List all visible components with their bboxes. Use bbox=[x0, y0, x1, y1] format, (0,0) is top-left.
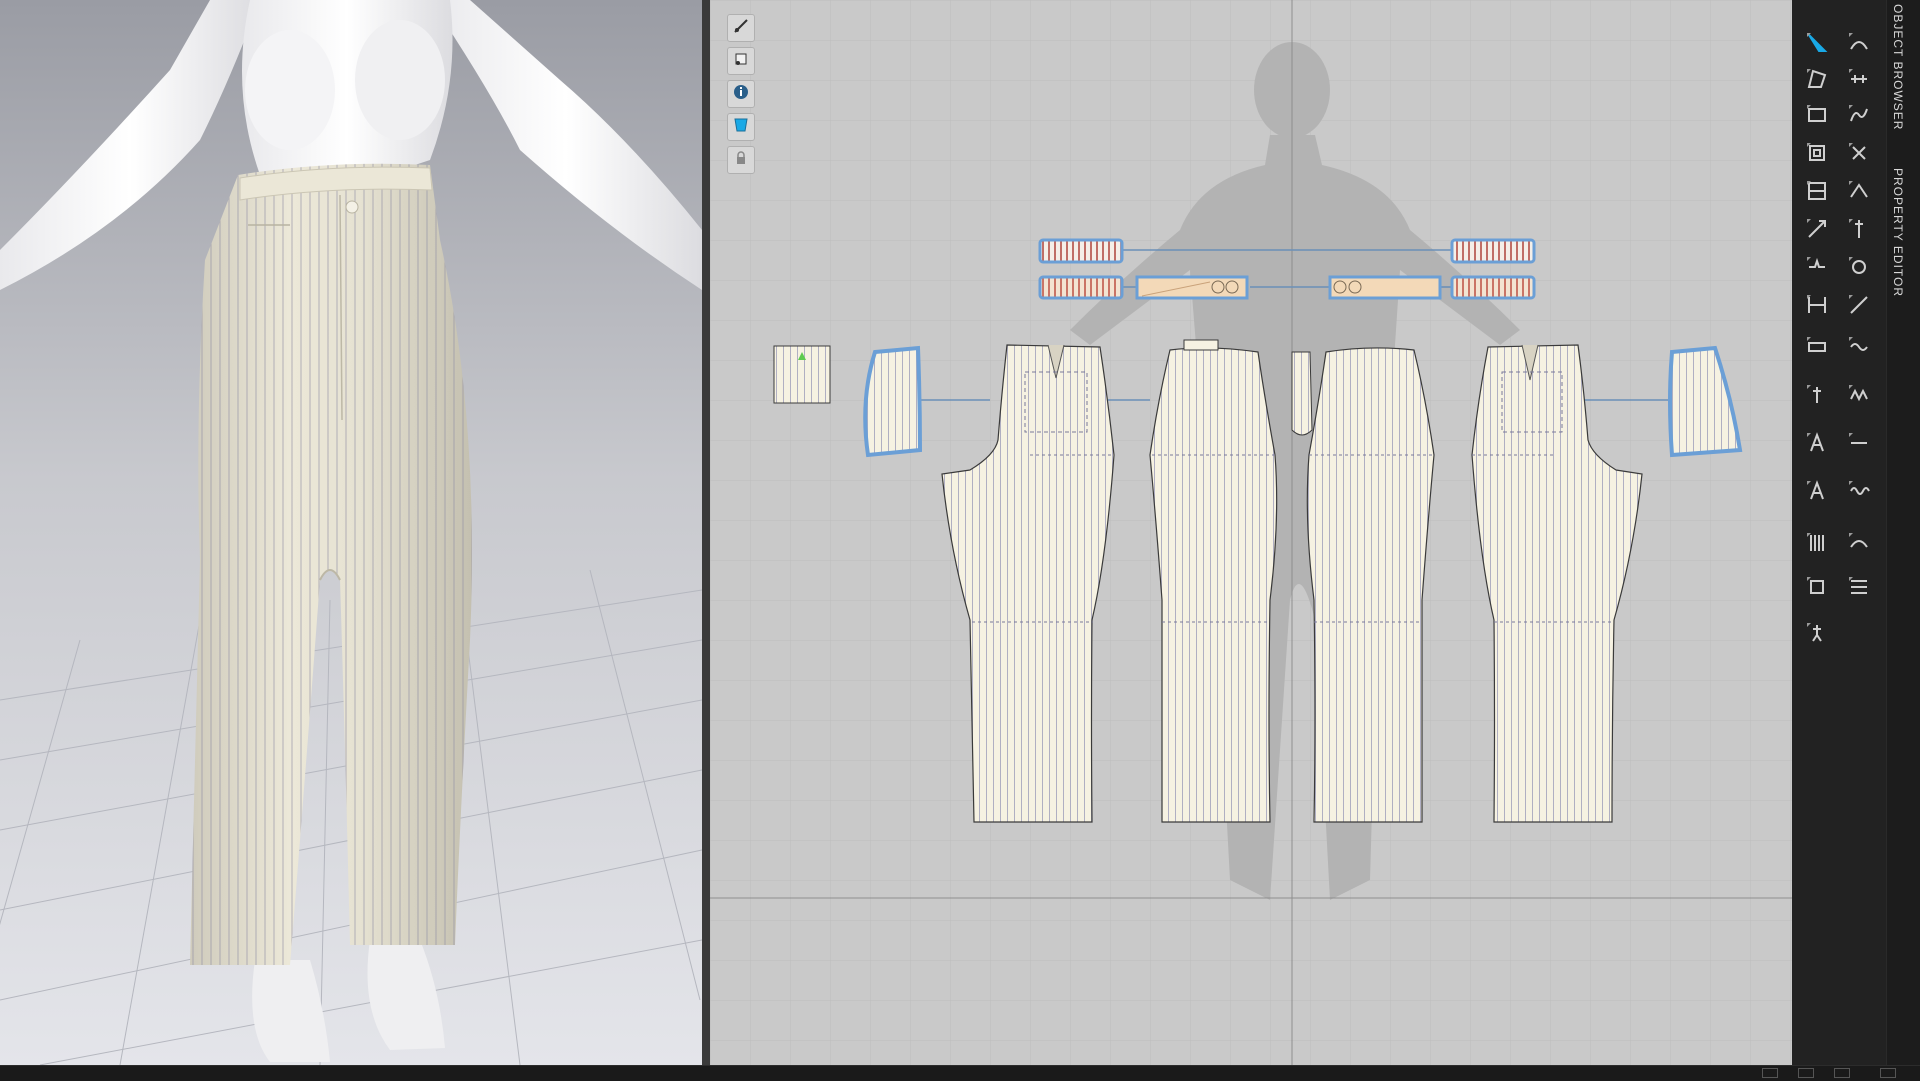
tab-property-editor[interactable]: PROPERTY EDITOR bbox=[1891, 168, 1905, 297]
polygon-icon bbox=[1805, 67, 1829, 96]
waistband-piece-mid-right[interactable] bbox=[1450, 275, 1536, 300]
pattern-piece-fly-shield[interactable] bbox=[1291, 351, 1313, 436]
lock-view-icon bbox=[732, 149, 750, 172]
rectangle-icon bbox=[1805, 103, 1829, 132]
tape-tool-button[interactable] bbox=[1840, 332, 1878, 366]
fold-tool-button[interactable] bbox=[1840, 176, 1878, 210]
internal-polygon-icon bbox=[1805, 141, 1829, 170]
avatar-pose-tool-button[interactable] bbox=[1798, 618, 1836, 652]
split-view-icon[interactable] bbox=[1798, 1068, 1814, 1078]
info-button[interactable] bbox=[727, 80, 755, 108]
free-sewing-icon bbox=[1847, 103, 1871, 132]
single-view-icon[interactable] bbox=[1834, 1068, 1850, 1078]
pattern-piece-back-left[interactable] bbox=[1149, 339, 1278, 823]
trace-icon bbox=[1805, 179, 1829, 208]
select-transform-tool-button[interactable] bbox=[1798, 28, 1836, 62]
puckering-tool-button[interactable] bbox=[1840, 528, 1878, 562]
text-tool-button[interactable] bbox=[1798, 476, 1836, 510]
side-tab-strip: OBJECT BROWSER PROPERTY EDITOR bbox=[1886, 0, 1920, 1065]
text-icon bbox=[1805, 479, 1829, 508]
info-icon bbox=[732, 83, 750, 106]
trace-tool-button[interactable] bbox=[1798, 176, 1836, 210]
button-tool-button[interactable] bbox=[1840, 252, 1878, 286]
button-icon bbox=[1847, 255, 1871, 284]
avatar-pose-icon bbox=[1805, 621, 1829, 650]
fabric-view-button[interactable] bbox=[727, 113, 755, 141]
pocket-facing-left[interactable] bbox=[863, 345, 923, 458]
pin-icon bbox=[1847, 217, 1871, 246]
internal-polygon-tool-button[interactable] bbox=[1798, 138, 1836, 172]
3d-scene bbox=[0, 0, 702, 1065]
text-annotation-tool-button[interactable] bbox=[1798, 428, 1836, 462]
waistband-piece-top-right[interactable] bbox=[1450, 238, 1536, 264]
text-annotation-icon bbox=[1805, 431, 1829, 460]
polygon-tool-button[interactable] bbox=[1798, 64, 1836, 98]
status-bar bbox=[0, 1065, 1920, 1081]
texture-tool-button[interactable] bbox=[1798, 572, 1836, 606]
tack-icon bbox=[1847, 141, 1871, 170]
select-transform-icon bbox=[1805, 31, 1829, 60]
pattern-canvas bbox=[710, 0, 1792, 1065]
ruler-icon bbox=[1805, 383, 1829, 412]
2d-view-toolbar bbox=[724, 14, 758, 179]
knife-cut-icon bbox=[1805, 217, 1829, 246]
wave-stitch-icon bbox=[1847, 479, 1871, 508]
segment-tool-button[interactable] bbox=[1798, 290, 1836, 324]
measure-icon bbox=[1805, 335, 1829, 364]
notch-tool-button[interactable] bbox=[1798, 252, 1836, 286]
waistband-piece-mid-left[interactable] bbox=[1038, 275, 1124, 300]
edit-curve-icon bbox=[1847, 31, 1871, 60]
fold-icon bbox=[1847, 179, 1871, 208]
edit-curve-tool-button[interactable] bbox=[1840, 28, 1878, 62]
puckering-icon bbox=[1847, 531, 1871, 560]
topstitch-tool-button[interactable] bbox=[1840, 428, 1878, 462]
pattern-view-toggle-button[interactable] bbox=[727, 14, 755, 42]
pattern-tools-toolbar bbox=[1792, 0, 1886, 1065]
pattern-piece-back-right[interactable] bbox=[1306, 347, 1435, 823]
edit-pattern-tool-button[interactable] bbox=[1840, 290, 1878, 324]
layout-icon[interactable] bbox=[1762, 1068, 1778, 1078]
topstitch-icon bbox=[1847, 431, 1871, 460]
pin-tool-button[interactable] bbox=[1840, 214, 1878, 248]
settings-icon[interactable] bbox=[1880, 1068, 1896, 1078]
rectangle-tool-button[interactable] bbox=[1798, 100, 1836, 134]
tab-object-browser[interactable]: OBJECT BROWSER bbox=[1891, 4, 1905, 130]
zigzag-tool-button[interactable] bbox=[1840, 380, 1878, 414]
grain-icon bbox=[1805, 531, 1829, 560]
fabric-view-icon bbox=[732, 116, 750, 139]
gradation-icon bbox=[1847, 575, 1871, 604]
sewing-segment-icon bbox=[1847, 67, 1871, 96]
segment-icon bbox=[1805, 293, 1829, 322]
viewport-splitter[interactable] bbox=[702, 0, 710, 1065]
zigzag-icon bbox=[1847, 383, 1871, 412]
notch-icon bbox=[1805, 255, 1829, 284]
free-sewing-tool-button[interactable] bbox=[1840, 100, 1878, 134]
avatar-view-toggle-button[interactable] bbox=[727, 47, 755, 75]
edit-pattern-icon bbox=[1847, 293, 1871, 322]
fly-piece-left[interactable] bbox=[1135, 275, 1249, 300]
2d-pattern-viewport[interactable] bbox=[710, 0, 1792, 1065]
tape-icon bbox=[1847, 335, 1871, 364]
pattern-view-toggle-icon bbox=[732, 17, 750, 40]
3d-viewport[interactable] bbox=[0, 0, 702, 1065]
avatar-view-toggle-icon bbox=[732, 50, 750, 73]
pattern-piece-belt-loop[interactable] bbox=[773, 345, 831, 404]
lock-view-button[interactable] bbox=[727, 146, 755, 174]
ruler-tool-button[interactable] bbox=[1798, 380, 1836, 414]
texture-icon bbox=[1805, 575, 1829, 604]
gradation-tool-button[interactable] bbox=[1840, 572, 1878, 606]
grain-tool-button[interactable] bbox=[1798, 528, 1836, 562]
tack-tool-button[interactable] bbox=[1840, 138, 1878, 172]
knife-cut-tool-button[interactable] bbox=[1798, 214, 1836, 248]
sewing-segment-tool-button[interactable] bbox=[1840, 64, 1878, 98]
waistband-piece-top-left[interactable] bbox=[1038, 238, 1124, 264]
wave-stitch-tool-button[interactable] bbox=[1840, 476, 1878, 510]
fly-piece-right[interactable] bbox=[1328, 275, 1442, 300]
measure-tool-button[interactable] bbox=[1798, 332, 1836, 366]
